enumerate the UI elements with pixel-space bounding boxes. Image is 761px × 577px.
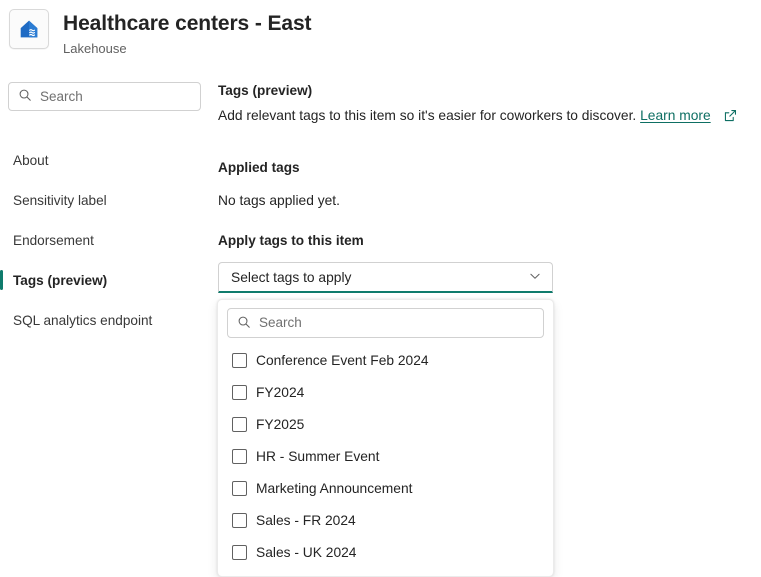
search-icon [18,88,32,105]
tags-description-row: Add relevant tags to this item so it's e… [218,106,761,129]
chevron-down-icon[interactable] [528,269,542,286]
sidebar-item-label: About [13,153,49,168]
sidebar-item-about[interactable]: About [0,140,216,180]
sidebar-item-label: Tags (preview) [13,273,107,288]
sidebar-item-label: Endorsement [13,233,94,248]
tags-section-title: Tags (preview) [218,83,312,98]
sidebar-item-endorsement[interactable]: Endorsement [0,220,216,260]
sidebar-search-input[interactable]: Search [8,82,201,111]
tag-option-label: Sales - FR 2024 [256,513,356,528]
page-header: Healthcare centers - East Lakehouse [0,0,761,68]
tag-option[interactable]: HR - Summer Event [218,440,553,472]
sidebar-item-sensitivity-label[interactable]: Sensitivity label [0,180,216,220]
tag-option-label: Conference Event Feb 2024 [256,353,429,368]
applied-tags-heading: Applied tags [218,160,300,175]
applied-tags-empty-text: No tags applied yet. [218,191,340,211]
tag-option-list: Conference Event Feb 2024 FY2024 FY2025 … [218,342,553,568]
tag-option-label: FY2024 [256,385,304,400]
header-text-block: Healthcare centers - East Lakehouse [63,9,311,58]
tags-dropdown-popup: Search Conference Event Feb 2024 FY2024 … [217,299,554,577]
tags-popup-search-placeholder: Search [259,316,302,330]
tag-option[interactable]: FY2025 [218,408,553,440]
tags-combobox-value: Select tags to apply [231,270,351,285]
tag-option[interactable]: Sales - UK 2024 [218,536,553,568]
checkbox-unchecked-icon[interactable] [232,385,247,400]
checkbox-unchecked-icon[interactable] [232,481,247,496]
sidebar-search-placeholder: Search [40,90,83,104]
tag-option[interactable]: Sales - FR 2024 [218,504,553,536]
sidebar-item-label: Sensitivity label [13,193,107,208]
tag-option-label: Marketing Announcement [256,481,412,496]
tag-option-label: Sales - UK 2024 [256,545,356,560]
sidebar: Search About Sensitivity label Endorseme… [0,68,216,573]
checkbox-unchecked-icon[interactable] [232,353,247,368]
tag-option[interactable]: FY2024 [218,376,553,408]
page-title: Healthcare centers - East [63,10,311,38]
tag-option-label: FY2025 [256,417,304,432]
tags-combobox[interactable]: Select tags to apply [218,262,553,293]
tag-option[interactable]: Conference Event Feb 2024 [218,344,553,376]
checkbox-unchecked-icon[interactable] [232,545,247,560]
sidebar-nav: About Sensitivity label Endorsement Tags… [0,140,216,340]
open-in-new-icon[interactable] [723,108,738,129]
tag-option-label: HR - Summer Event [256,449,379,464]
checkbox-unchecked-icon[interactable] [232,513,247,528]
checkbox-unchecked-icon[interactable] [232,449,247,464]
apply-tags-heading: Apply tags to this item [218,233,364,248]
lakehouse-icon [9,9,49,49]
sidebar-item-tags[interactable]: Tags (preview) [0,260,216,300]
search-icon [237,315,251,332]
tag-option[interactable]: Marketing Announcement [218,472,553,504]
main-content: Tags (preview) Add relevant tags to this… [218,68,761,573]
tags-popup-search-input[interactable]: Search [227,308,544,338]
learn-more-link[interactable]: Learn more [640,108,711,123]
sidebar-item-sql-analytics-endpoint[interactable]: SQL analytics endpoint [0,300,216,340]
checkbox-unchecked-icon[interactable] [232,417,247,432]
tags-description-text: Add relevant tags to this item so it's e… [218,108,636,123]
sidebar-item-label: SQL analytics endpoint [13,313,152,328]
page-subtitle: Lakehouse [63,40,311,58]
